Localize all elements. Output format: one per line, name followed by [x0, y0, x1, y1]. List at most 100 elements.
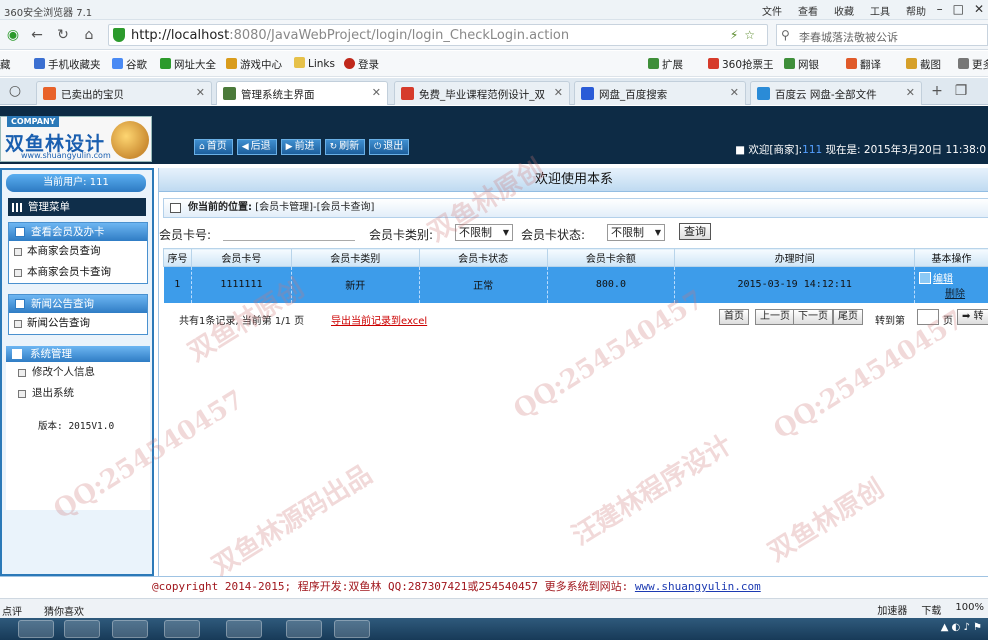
system-tray[interactable]: ▲ ◐ ♪ ⚑ — [941, 622, 988, 633]
bookmark-item[interactable]: 网址大全 — [160, 57, 216, 72]
sidebar-item-card-query[interactable]: 本商家会员卡查询 — [9, 262, 147, 283]
address-bar[interactable]: http://localhost:8080/JavaWebProject/log… — [108, 24, 768, 46]
toolbar-item[interactable]: 扩展 — [648, 57, 683, 72]
security-shield-icon — [113, 28, 125, 42]
page-icon — [223, 87, 236, 100]
status-download[interactable]: 下载 — [921, 602, 941, 617]
tab-sold-items[interactable]: 已卖出的宝贝 ✕ — [36, 81, 212, 105]
sidebar-item-exit-system[interactable]: 退出系统 — [6, 383, 150, 404]
taskbar-app-icon[interactable] — [286, 620, 322, 638]
first-page-button[interactable]: 首页 — [719, 309, 749, 325]
next-page-button[interactable]: 下一页 — [793, 309, 833, 325]
logo-art — [111, 121, 149, 159]
taskbar-folder-icon[interactable] — [64, 620, 100, 638]
address-bar-icons[interactable]: ⚡☆ — [730, 28, 761, 42]
last-page-button[interactable]: 尾页 — [833, 309, 863, 325]
tab-baidu-cloud[interactable]: 百度云 网盘-全部文件 ✕ — [750, 81, 922, 105]
table-row[interactable]: 1 1111111 新开 正常 800.0 2015-03-19 14:12:1… — [163, 266, 988, 303]
bookmark-item[interactable]: 谷歌 — [112, 57, 147, 72]
breadcrumb-path: [会员卡管理]-[会员卡查询] — [255, 202, 375, 213]
status-accelerator[interactable]: 加速器 — [877, 602, 907, 617]
page-number-input[interactable] — [917, 309, 939, 325]
bookmark-item[interactable]: Links — [294, 57, 335, 70]
close-tab-icon[interactable]: ✕ — [372, 86, 381, 99]
card-type-select[interactable]: 不限制 ▼ — [455, 224, 513, 241]
toolbar-item[interactable]: 360抢票王 — [708, 57, 774, 72]
tab-list-icon[interactable]: ○ — [6, 82, 24, 100]
taskbar-app-icon[interactable] — [226, 620, 262, 638]
bookmark-item[interactable]: 游戏中心 — [226, 57, 282, 72]
taskbar-app-icon[interactable] — [334, 620, 370, 638]
back-arrow-icon[interactable]: ← — [28, 26, 46, 44]
bookmark-item[interactable]: 登录 — [344, 57, 379, 72]
toolbar-item[interactable]: 更多 — [958, 57, 988, 72]
refresh-button[interactable]: ↻ 刷新 — [324, 139, 366, 155]
menu-favorites[interactable]: 收藏 — [834, 3, 854, 18]
panel-header[interactable]: 新闻公告查询 — [9, 295, 147, 313]
bookmark-item[interactable]: 藏 — [0, 57, 11, 72]
home-page-icon[interactable]: ⌂ — [80, 26, 98, 44]
page-title: 欢迎使用本系 — [159, 168, 988, 192]
bookmark-item[interactable]: 手机收藏夹 — [34, 57, 101, 72]
doc-icon — [14, 269, 22, 277]
search-icon[interactable]: ⚲ — [781, 28, 790, 42]
maximize-icon[interactable]: □ — [953, 2, 964, 16]
taskbar-app-icon[interactable] — [164, 620, 200, 638]
panel-header[interactable]: 查看会员及办卡 — [9, 223, 147, 241]
menu-view[interactable]: 查看 — [798, 3, 818, 18]
browser-titlebar: 360安全浏览器 7.1 文件 查看 收藏 工具 帮助 – □ ✕ — [0, 0, 988, 20]
card-status-select[interactable]: 不限制 ▼ — [607, 224, 665, 241]
panel-header[interactable]: 系统管理 — [6, 346, 150, 362]
qq-text: QQ:287307421或254540457 — [387, 580, 539, 593]
status-comment[interactable]: 点评 — [2, 603, 22, 618]
export-excel-link[interactable]: 导出当前记录到excel — [331, 312, 427, 327]
close-tab-icon[interactable]: ✕ — [730, 86, 739, 99]
menu-tools[interactable]: 工具 — [870, 3, 890, 18]
taskbar-app-icon[interactable] — [18, 620, 54, 638]
address-url[interactable]: http://localhost:8080/JavaWebProject/log… — [131, 28, 569, 43]
taskbar-app-icon[interactable] — [112, 620, 148, 638]
cell-type: 新开 — [291, 266, 420, 303]
cell-status: 正常 — [419, 266, 548, 303]
forward-button[interactable]: ▶ 前进 — [280, 139, 321, 155]
edit-link[interactable]: 编辑 — [919, 270, 988, 285]
logo-site: www.shuangyulin.com — [21, 151, 111, 160]
restore-tab-icon[interactable]: ❐ — [952, 82, 970, 100]
sidebar-item-edit-profile[interactable]: 修改个人信息 — [6, 362, 150, 383]
search-suggestion: 李春城落法敬被公诉 — [799, 31, 898, 44]
sidebar-item-news-query[interactable]: 新闻公告查询 — [9, 313, 147, 334]
browser-menu-bar: 文件 查看 收藏 工具 帮助 — [762, 3, 926, 18]
sidebar-item-member-query[interactable]: 本商家会员查询 — [9, 241, 147, 262]
go-button[interactable]: ➡ 转 — [957, 309, 988, 325]
tab-admin-main[interactable]: 管理系统主界面 ✕ — [216, 81, 388, 105]
copyright-text: @copyright 2014-2015; 程序开发:双鱼林 — [152, 580, 382, 593]
new-tab-icon[interactable]: + — [928, 82, 946, 100]
delete-link[interactable]: 删除 — [919, 285, 988, 300]
close-tab-icon[interactable]: ✕ — [906, 86, 915, 99]
logout-button[interactable]: ⏻ 退出 — [369, 139, 410, 155]
site-link[interactable]: www.shuangyulin.com — [635, 580, 761, 593]
status-guess[interactable]: 猜你喜欢 — [44, 603, 84, 618]
toolbar-item[interactable]: 截图 — [906, 57, 941, 72]
minimize-icon[interactable]: – — [937, 2, 943, 16]
google-icon — [112, 58, 123, 69]
page-footer: @copyright 2014-2015; 程序开发:双鱼林 QQ:287307… — [0, 576, 988, 598]
toolbar-item[interactable]: 网银 — [784, 57, 819, 72]
prev-page-button[interactable]: 上一页 — [755, 309, 795, 325]
card-no-input[interactable] — [223, 224, 355, 241]
tab-baidu-search[interactable]: 网盘_百度搜索 ✕ — [574, 81, 746, 105]
toolbar-item[interactable]: 翻译 — [846, 57, 881, 72]
browser-search-box[interactable]: ⚲ 李春城落法敬被公诉 — [776, 24, 988, 46]
menu-help[interactable]: 帮助 — [906, 3, 926, 18]
goto-label: 转到第 — [875, 316, 905, 327]
reload-icon[interactable]: ↻ — [54, 26, 72, 44]
close-window-icon[interactable]: ✕ — [974, 2, 984, 16]
close-tab-icon[interactable]: ✕ — [554, 86, 563, 99]
home-button[interactable]: ⌂ 首页 — [194, 139, 233, 155]
tab-free-projects[interactable]: 免费_毕业课程范例设计_双 ✕ — [394, 81, 570, 105]
menu-file[interactable]: 文件 — [762, 3, 782, 18]
status-zoom[interactable]: 100% — [955, 602, 984, 617]
query-button[interactable]: 查询 — [679, 223, 711, 240]
back-button[interactable]: ◀ 后退 — [236, 139, 277, 155]
close-tab-icon[interactable]: ✕ — [196, 86, 205, 99]
